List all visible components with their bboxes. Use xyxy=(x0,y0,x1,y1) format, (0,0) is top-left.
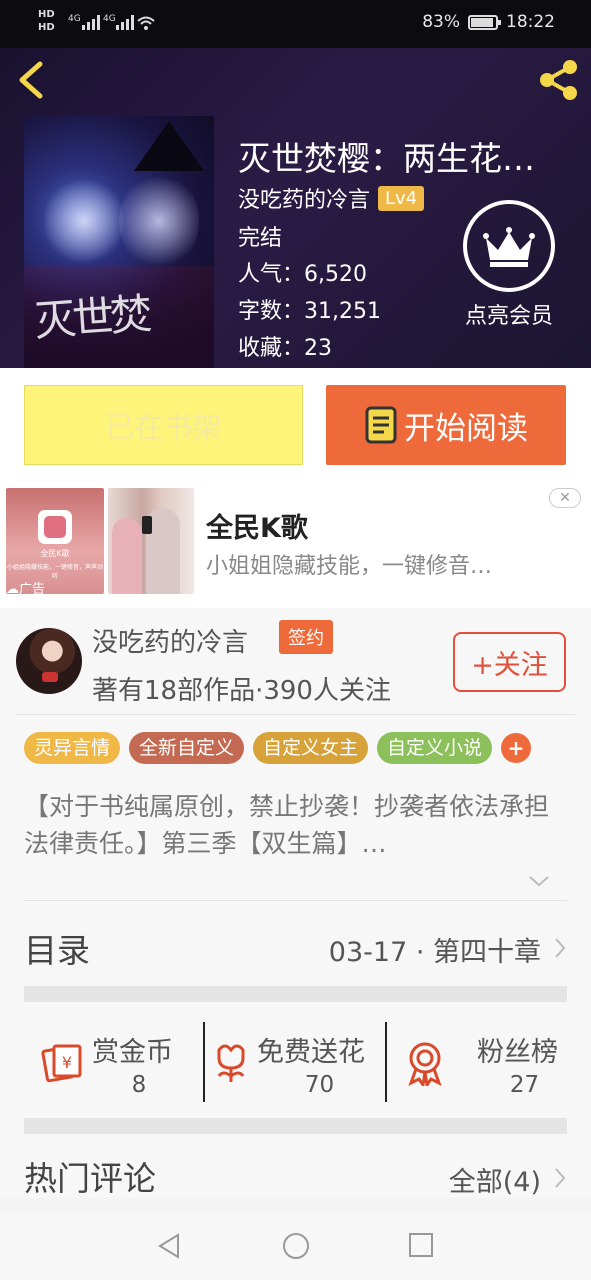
author-stats: 著有18部作品·390人关注 xyxy=(92,676,391,706)
battery-percent: 83% xyxy=(422,12,460,32)
medal-icon xyxy=(408,1042,442,1086)
book-description[interactable]: 【对于书纯属原创，禁止抄袭！抄袭者依法承担法律责任。】第三季【双生篇】… xyxy=(24,788,560,862)
fan-ranking-button[interactable]: 粉丝榜 27 xyxy=(387,1020,567,1102)
reward-coins-button[interactable]: ¥ 赏金币 8 xyxy=(24,1020,204,1102)
chevron-right-icon xyxy=(555,938,566,958)
chevron-down-icon[interactable] xyxy=(528,874,550,888)
send-flower-button[interactable]: 免费送花 70 xyxy=(205,1020,385,1102)
crown-icon xyxy=(463,200,555,292)
divider xyxy=(24,900,567,901)
signed-badge: 签约 xyxy=(279,620,333,654)
ad-thumb-title: 全民K歌 xyxy=(40,549,70,558)
hd-indicator-1: HD xyxy=(38,9,55,20)
status-bar: HD HD 4G 4G 83% 18:22 xyxy=(0,0,591,48)
author-row: 没吃药的冷言 Lv4 xyxy=(238,182,425,214)
signal-2-icon xyxy=(116,14,134,30)
latest-chapter: 03-17 · 第四十章 xyxy=(328,937,541,968)
hot-comments-label: 热门评论 xyxy=(24,1159,156,1198)
divider xyxy=(16,714,575,715)
tag-item[interactable]: 自定义女主 xyxy=(253,732,369,764)
ad-label: ☁广告 xyxy=(6,582,46,597)
red-envelope-icon: ¥ xyxy=(41,1044,82,1083)
hd-indicator-2: HD xyxy=(38,22,55,33)
status-right: 83% 18:22 xyxy=(422,12,555,32)
back-arrow-icon xyxy=(19,61,43,99)
action-bar: 已在书架 开始阅读 xyxy=(0,368,591,480)
ad-title: 全民K歌 xyxy=(206,513,308,544)
back-button[interactable] xyxy=(14,60,50,100)
avatar[interactable] xyxy=(16,628,82,694)
book-header: 灭世焚 灭世焚樱：两生花… 没吃药的冷言 Lv4 完结 人气：6,520 字数：… xyxy=(0,48,591,368)
on-shelf-button[interactable]: 已在书架 xyxy=(24,385,303,465)
clock: 18:22 xyxy=(506,12,555,32)
reward-label: 赏金币 xyxy=(92,1037,173,1068)
add-tag-button[interactable]: + xyxy=(501,733,532,763)
tag-item[interactable]: 全新自定义 xyxy=(129,732,245,764)
favorites-count: 收藏：23 xyxy=(238,336,332,361)
ad-banner[interactable]: 全民K歌 小姐姐隐藏技能，一键修音，声声动听 ☁广告 全民K歌 小姐姐隐藏技能，… xyxy=(0,480,591,608)
book-cover[interactable]: 灭世焚 xyxy=(24,116,214,368)
details-section: 没吃药的冷言 签约 著有18部作品·390人关注 +关注 灵异言情 全新自定义 … xyxy=(0,608,591,1198)
tag-item[interactable]: 灵异言情 xyxy=(24,732,121,764)
fans-label: 粉丝榜 xyxy=(477,1037,558,1068)
vip-label: 点亮会员 xyxy=(464,304,553,329)
flower-label: 免费送花 xyxy=(257,1037,365,1068)
ad-description: 小姐姐隐藏技能，一键修音… xyxy=(206,554,493,579)
tag-item[interactable]: 自定义小说 xyxy=(377,732,493,764)
ad-close-button[interactable]: ✕ xyxy=(549,488,581,508)
nav-back-icon[interactable] xyxy=(156,1232,182,1260)
svg-text:¥: ¥ xyxy=(62,1053,72,1072)
start-reading-button[interactable]: 开始阅读 xyxy=(326,385,566,465)
follow-button[interactable]: +关注 xyxy=(453,632,566,692)
wifi-icon xyxy=(137,16,155,30)
author-name-detail[interactable]: 没吃药的冷言 xyxy=(92,622,248,659)
start-reading-label: 开始阅读 xyxy=(404,410,528,447)
nav-recents-icon[interactable] xyxy=(408,1232,434,1258)
battery-icon xyxy=(468,14,501,30)
chevron-right-icon xyxy=(555,1168,566,1188)
flower-value: 70 xyxy=(304,1072,335,1098)
author-name[interactable]: 没吃药的冷言 xyxy=(238,182,370,214)
book-status: 完结 xyxy=(238,226,283,251)
toc-label: 目录 xyxy=(24,931,90,970)
share-icon xyxy=(540,60,577,100)
share-button[interactable] xyxy=(537,58,581,102)
table-of-contents-row[interactable]: 目录 03-17 · 第四十章 xyxy=(24,912,567,982)
word-count: 字数：31,251 xyxy=(238,299,381,324)
nav-home-icon[interactable] xyxy=(282,1232,310,1260)
tag-list: 灵异言情 全新自定义 自定义女主 自定义小说 + xyxy=(24,732,532,764)
section-separator xyxy=(24,1118,567,1134)
book-title: 灭世焚樱：两生花… xyxy=(238,139,535,178)
hot-comments-header[interactable]: 热门评论 全部(4) xyxy=(24,1144,567,1198)
all-comments-link[interactable]: 全部(4) xyxy=(449,1160,541,1199)
signal-1-icon xyxy=(82,14,100,30)
app-icon xyxy=(38,510,72,544)
flower-icon xyxy=(217,1044,245,1082)
popularity: 人气：6,520 xyxy=(238,262,367,287)
level-badge: Lv4 xyxy=(378,185,425,211)
section-separator xyxy=(24,986,567,1002)
vip-button[interactable]: 点亮会员 xyxy=(454,200,564,330)
stats-row: ¥ 赏金币 8 免费送花 70 粉丝榜 27 xyxy=(24,1012,567,1112)
reward-value: 8 xyxy=(131,1072,147,1098)
signal-2-label: 4G xyxy=(103,14,116,24)
fans-value: 27 xyxy=(509,1072,540,1098)
signal-1-label: 4G xyxy=(68,14,81,24)
book-icon xyxy=(365,406,397,444)
system-nav-bar xyxy=(0,1212,591,1280)
ad-image-photo xyxy=(108,488,194,594)
hd-indicators: HD HD xyxy=(38,8,55,34)
